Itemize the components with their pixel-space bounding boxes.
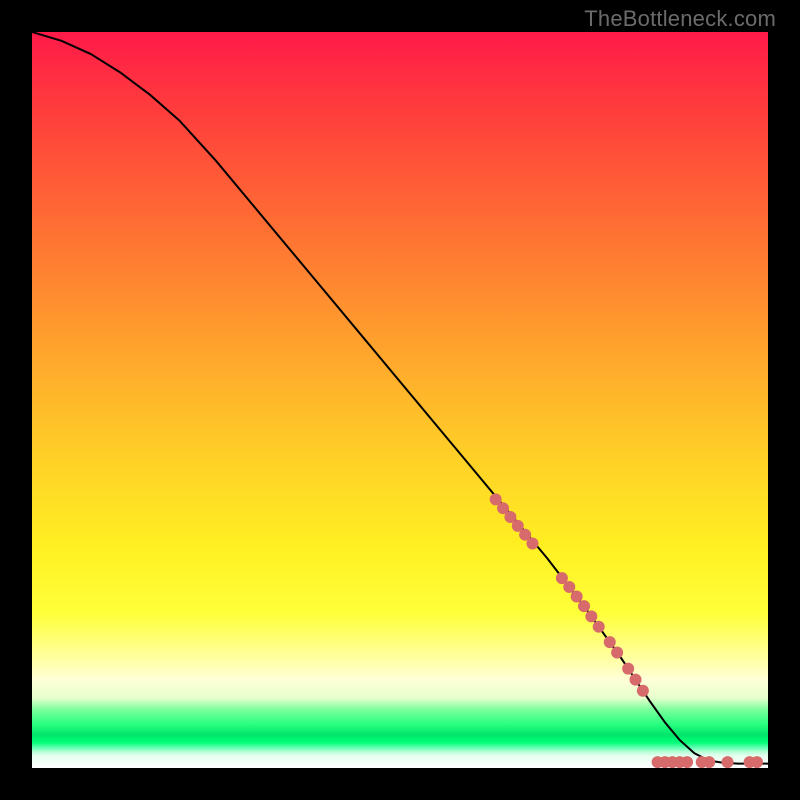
- marker-point: [622, 663, 634, 675]
- marker-point: [526, 538, 538, 550]
- marker-point: [611, 646, 623, 658]
- plot-area: [32, 32, 768, 768]
- marker-point: [571, 591, 583, 603]
- curve-path: [32, 32, 768, 764]
- marker-point: [722, 756, 734, 768]
- curve-series: [32, 32, 768, 764]
- marker-point: [604, 636, 616, 648]
- marker-point: [751, 756, 763, 768]
- marker-point: [578, 600, 590, 612]
- chart-stage: TheBottleneck.com: [0, 0, 800, 800]
- marker-point: [703, 756, 715, 768]
- watermark-text: TheBottleneck.com: [584, 6, 776, 32]
- marker-point: [637, 685, 649, 697]
- highlighted-points: [490, 493, 763, 768]
- marker-point: [593, 621, 605, 633]
- marker-point: [563, 581, 575, 593]
- marker-point: [681, 756, 693, 768]
- marker-point: [630, 674, 642, 686]
- marker-point: [585, 610, 597, 622]
- chart-svg: [32, 32, 768, 768]
